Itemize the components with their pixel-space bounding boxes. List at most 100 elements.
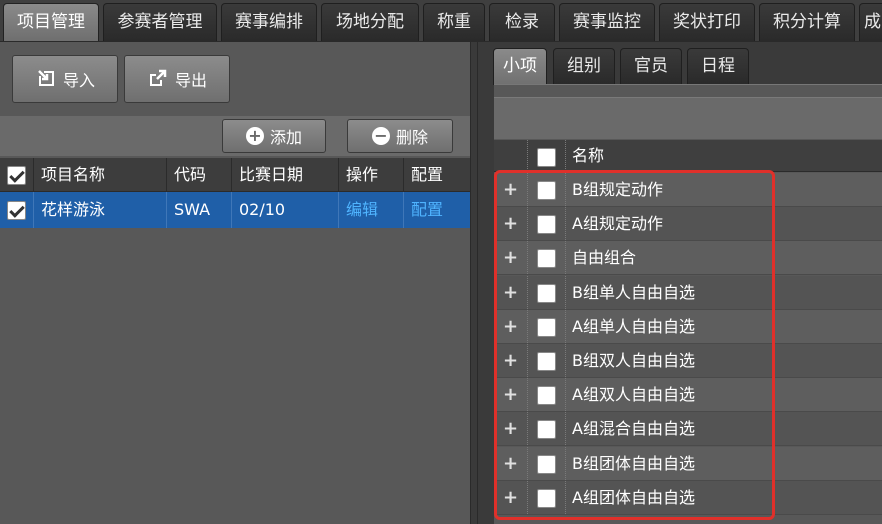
column-header-config[interactable]: 配置 — [404, 158, 470, 191]
expand-icon[interactable]: + — [494, 207, 528, 241]
select-all-checkbox[interactable] — [7, 166, 26, 185]
select-all-events-cell — [528, 140, 566, 171]
event-name: B组规定动作 — [572, 180, 663, 199]
project-code: SWA — [167, 192, 232, 228]
row-checkbox[interactable] — [537, 386, 556, 406]
project-list-panel: 导入 导出 + 添加 − 删除 项目名称 代码 比赛日期 操作 配置 花样游泳 … — [0, 42, 470, 524]
row-checkbox[interactable] — [537, 420, 556, 440]
delete-label: 删除 — [395, 128, 428, 147]
expand-icon[interactable]: + — [494, 344, 528, 377]
list-item[interactable]: + A组规定动作 — [494, 207, 882, 242]
row-select-cell — [528, 275, 566, 309]
expand-icon[interactable]: + — [494, 241, 528, 275]
tab-schedule[interactable]: 日程 — [687, 48, 749, 84]
event-name: B组团体自由自选 — [572, 453, 695, 473]
top-tab-bar: 项目管理 参赛者管理 赛事编排 场地分配 称重 检录 赛事监控 奖状打印 积分计… — [0, 0, 882, 42]
expand-icon[interactable]: + — [494, 412, 528, 446]
tab-event-scheduling[interactable]: 赛事编排 — [221, 3, 317, 41]
row-select-cell — [528, 412, 566, 446]
column-header-code[interactable]: 代码 — [167, 158, 232, 191]
events-grid: 名称 + B组规定动作 + A组规定动作 + 自由组合 + B组单人自由自选 + A组单人自由自选… — [494, 84, 882, 524]
row-checkbox[interactable] — [537, 488, 556, 508]
expand-icon[interactable]: + — [494, 446, 528, 480]
list-item[interactable]: + 自由组合 — [494, 241, 882, 276]
config-link[interactable]: 配置 — [404, 192, 470, 228]
row-select-cell — [528, 446, 566, 480]
tab-groups[interactable]: 组别 — [553, 48, 615, 84]
row-select-cell — [528, 344, 566, 377]
add-label: 添加 — [269, 128, 302, 147]
event-name: B组单人自由自选 — [572, 282, 695, 302]
row-checkbox[interactable] — [537, 215, 556, 235]
panel-splitter[interactable] — [470, 42, 478, 524]
tab-venue-allocation[interactable]: 场地分配 — [321, 3, 419, 41]
add-button[interactable]: + 添加 — [222, 119, 326, 153]
event-name: 自由组合 — [572, 248, 637, 268]
list-item[interactable]: + A组团体自由自选 — [494, 480, 882, 515]
tab-participant-management[interactable]: 参赛者管理 — [103, 3, 217, 41]
expand-icon[interactable]: + — [494, 480, 528, 514]
tab-checkin[interactable]: 检录 — [489, 3, 555, 41]
tab-weighing[interactable]: 称重 — [423, 3, 485, 41]
expand-icon[interactable]: + — [494, 309, 528, 343]
import-icon — [35, 68, 57, 90]
select-all-events-checkbox[interactable] — [537, 148, 556, 167]
tab-officials[interactable]: 官员 — [620, 48, 682, 84]
row-checkbox[interactable] — [537, 352, 556, 371]
row-checkbox[interactable] — [537, 181, 556, 200]
tab-certificate-printing[interactable]: 奖状打印 — [659, 3, 755, 41]
plus-circle-icon: + — [245, 127, 264, 145]
project-date: 02/10 — [232, 192, 339, 228]
project-table-header: 项目名称 代码 比赛日期 操作 配置 — [0, 158, 470, 192]
list-item[interactable]: + B组规定动作 — [494, 173, 882, 207]
event-name: A组混合自由自选 — [572, 419, 695, 439]
list-item[interactable]: + B组单人自由自选 — [494, 275, 882, 310]
export-button[interactable]: 导出 — [124, 55, 230, 103]
tab-project-management[interactable]: 项目管理 — [3, 3, 99, 41]
export-label: 导出 — [174, 71, 207, 90]
row-select-cell — [528, 378, 566, 412]
row-checkbox[interactable] — [537, 317, 556, 337]
list-item[interactable]: + B组双人自由自选 — [494, 344, 882, 378]
expand-header-cell — [494, 140, 528, 171]
row-checkbox[interactable] — [537, 454, 556, 474]
delete-button[interactable]: − 删除 — [347, 119, 453, 153]
expand-icon[interactable]: + — [494, 173, 528, 206]
tab-events[interactable]: 小项 — [493, 48, 547, 85]
list-item[interactable]: + A组单人自由自选 — [494, 309, 882, 344]
list-item[interactable]: + A组混合自由自选 — [494, 412, 882, 447]
table-row[interactable]: 花样游泳 SWA 02/10 编辑 配置 — [0, 192, 470, 228]
detail-panel: 小项 组别 官员 日程 名称 + B组规定动作 + A组规定动作 + 自由组合 + B组单人自… — [478, 42, 882, 524]
tab-overflow[interactable]: 成 — [859, 3, 882, 41]
row-select-cell — [528, 309, 566, 343]
list-item[interactable]: + A组双人自由自选 — [494, 378, 882, 413]
row-checkbox[interactable] — [537, 249, 556, 269]
select-all-cell — [0, 158, 34, 191]
events-toolbar — [494, 97, 882, 139]
left-action-toolbar: + 添加 − 删除 — [0, 116, 470, 156]
import-label: 导入 — [62, 71, 95, 90]
column-header-event-name[interactable]: 名称 — [566, 140, 882, 171]
events-table-header: 名称 — [494, 140, 882, 172]
import-button[interactable]: 导入 — [12, 55, 118, 103]
row-select-cell — [528, 173, 566, 206]
column-header-name[interactable]: 项目名称 — [34, 158, 167, 191]
edit-link[interactable]: 编辑 — [339, 192, 404, 228]
event-name: B组双人自由自选 — [572, 351, 695, 370]
row-checkbox[interactable] — [537, 283, 556, 303]
expand-icon[interactable]: + — [494, 378, 528, 412]
event-name: A组团体自由自选 — [572, 487, 695, 507]
row-select-cell — [528, 207, 566, 241]
row-select-cell — [528, 241, 566, 275]
row-checkbox[interactable] — [7, 201, 26, 220]
list-item[interactable]: + B组团体自由自选 — [494, 446, 882, 481]
tab-event-monitoring[interactable]: 赛事监控 — [559, 3, 655, 41]
event-name: A组单人自由自选 — [572, 316, 695, 336]
column-header-action[interactable]: 操作 — [339, 158, 404, 191]
column-header-date[interactable]: 比赛日期 — [232, 158, 339, 191]
export-icon — [147, 68, 169, 90]
expand-icon[interactable]: + — [494, 275, 528, 309]
tab-points-calculation[interactable]: 积分计算 — [759, 3, 855, 41]
project-name: 花样游泳 — [34, 192, 167, 228]
minus-circle-icon: − — [371, 127, 390, 145]
